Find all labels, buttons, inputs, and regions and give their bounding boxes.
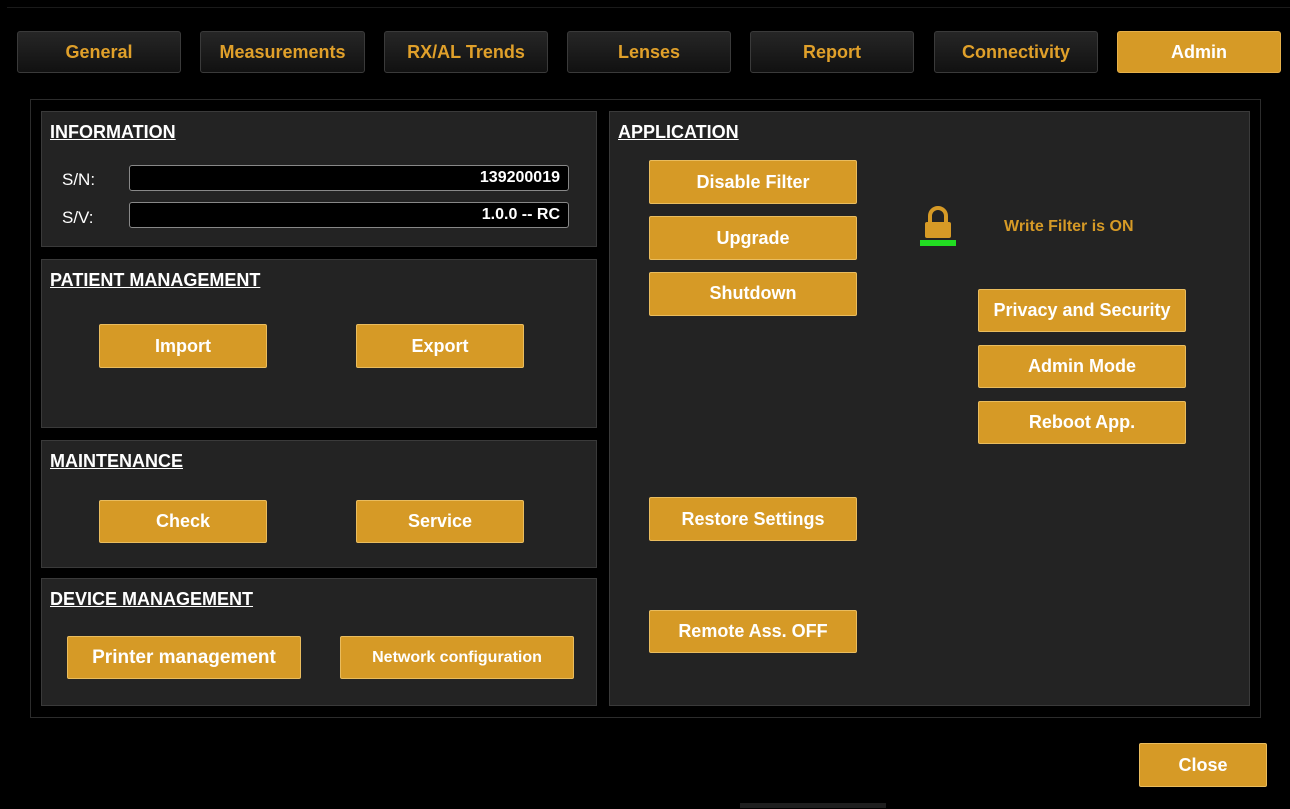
tab-report[interactable]: Report — [750, 31, 914, 73]
serial-number-field: 139200019 — [129, 165, 569, 191]
restore-settings-button[interactable]: Restore Settings — [649, 497, 857, 541]
tab-connectivity[interactable]: Connectivity — [934, 31, 1098, 73]
tab-lenses[interactable]: Lenses — [567, 31, 731, 73]
maintenance-title: MAINTENANCE — [50, 451, 183, 471]
upgrade-button[interactable]: Upgrade — [649, 216, 857, 260]
disable-filter-button[interactable]: Disable Filter — [649, 160, 857, 204]
privacy-security-button[interactable]: Privacy and Security — [978, 289, 1186, 332]
admin-mode-button[interactable]: Admin Mode — [978, 345, 1186, 388]
information-title: INFORMATION — [50, 122, 176, 142]
import-button[interactable]: Import — [99, 324, 267, 368]
reboot-app-button[interactable]: Reboot App. — [978, 401, 1186, 444]
write-filter-status-text: Write Filter is ON — [1004, 218, 1134, 235]
maintenance-panel: MAINTENANCE Check Service — [41, 440, 597, 568]
lock-icon — [920, 206, 956, 246]
tab-rx-al-trends[interactable]: RX/AL Trends — [384, 31, 548, 73]
serial-number-label: S/N: — [62, 170, 96, 189]
export-button[interactable]: Export — [356, 324, 524, 368]
printer-management-button[interactable]: Printer management — [67, 636, 301, 679]
check-button[interactable]: Check — [99, 500, 267, 543]
network-configuration-button[interactable]: Network configuration — [340, 636, 574, 679]
tab-admin[interactable]: Admin — [1117, 31, 1281, 73]
tab-measurements[interactable]: Measurements — [200, 31, 365, 73]
remote-assistance-button[interactable]: Remote Ass. OFF — [649, 610, 857, 653]
device-management-panel: DEVICE MANAGEMENT Printer management Net… — [41, 578, 597, 706]
device-management-title: DEVICE MANAGEMENT — [50, 589, 254, 609]
service-button[interactable]: Service — [356, 500, 524, 543]
information-panel: INFORMATION S/N: 139200019 S/V: 1.0.0 --… — [41, 111, 597, 247]
write-filter-status-bar — [920, 240, 956, 246]
patient-management-panel: PATIENT MANAGEMENT Import Export — [41, 259, 597, 428]
application-title: APPLICATION — [618, 122, 739, 142]
software-version-field: 1.0.0 -- RC — [129, 202, 569, 228]
shutdown-button[interactable]: Shutdown — [649, 272, 857, 316]
tab-general[interactable]: General — [17, 31, 181, 73]
patient-management-title: PATIENT MANAGEMENT — [50, 270, 261, 290]
software-version-label: S/V: — [62, 208, 94, 227]
close-button[interactable]: Close — [1139, 743, 1267, 787]
taskbar-fragment — [740, 803, 886, 808]
